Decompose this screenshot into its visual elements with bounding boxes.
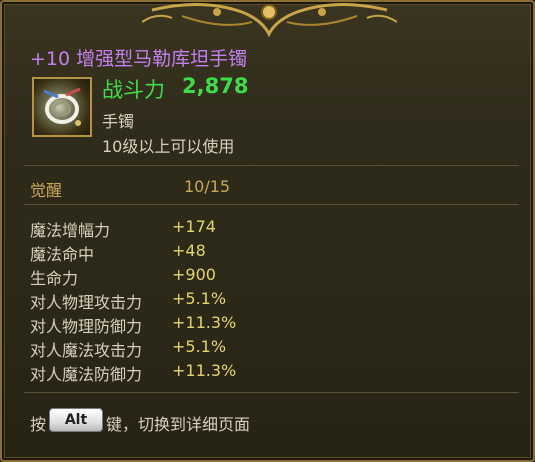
stat-value: +900 [172,265,216,284]
bracelet-icon [32,77,92,137]
item-tooltip: +10 增强型马勒库坦手镯 战斗力 2,878 手镯 10级以上可以使用 觉醒 … [0,0,535,462]
stat-value: +5.1% [172,337,227,356]
stat-value: +174 [172,217,216,236]
stat-value: +11.3% [172,313,237,332]
item-title: +10 增强型马勒库坦手镯 [30,48,248,70]
awaken-value: 10/15 [184,177,231,196]
divider [24,392,519,393]
stat-name: 魔法命中 [30,245,95,264]
hint-prefix: 按 [30,415,47,434]
stat-name: 魔法增幅力 [30,221,111,240]
stat-name: 对人物理攻击力 [30,293,143,312]
hint-suffix: 键，切换到详细页面 [106,415,251,434]
combat-power-label: 战斗力 [102,78,165,102]
alt-key-badge: Alt [49,408,103,432]
divider [24,204,519,205]
awaken-label: 觉醒 [30,181,63,200]
stat-name: 对人魔法防御力 [30,365,143,384]
combat-power-value: 2,878 [182,74,249,98]
stat-name: 对人物理防御力 [30,317,143,336]
item-type: 手镯 [102,112,135,131]
stat-value: +11.3% [172,361,237,380]
level-requirement: 10级以上可以使用 [102,137,235,156]
divider [24,165,519,166]
gold-ornament-icon [142,3,397,38]
stat-value: +5.1% [172,289,227,308]
stat-name: 对人魔法攻击力 [30,341,143,360]
stat-value: +48 [172,241,206,260]
stat-name: 生命力 [30,269,79,288]
